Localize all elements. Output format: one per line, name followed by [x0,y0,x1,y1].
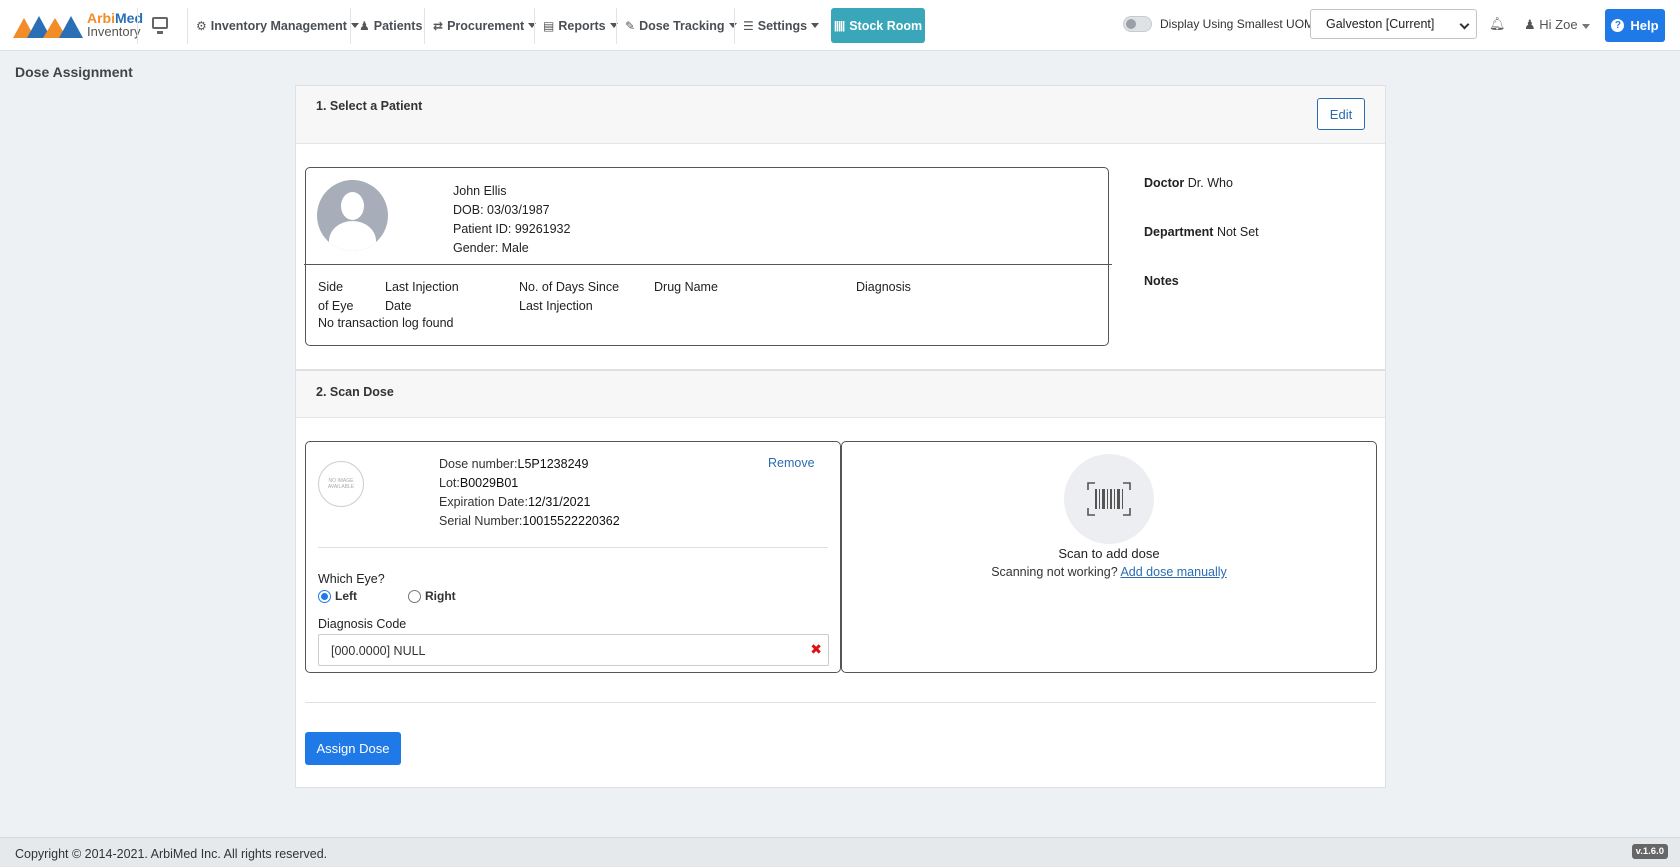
scan-title: Scan to add dose [1058,546,1160,561]
chevron-down-icon [1581,24,1590,29]
chevron-down-icon [350,23,359,28]
eye-right-radio[interactable]: Right [408,589,456,603]
nav-settings[interactable]: ☰ Settings [743,0,820,51]
notes-info: Notes [1144,274,1179,288]
patient-name: John Ellis [453,184,507,198]
barcode-icon: ||||| [833,19,845,32]
user-icon: ♟ [1524,17,1536,32]
monitor-icon[interactable] [152,17,168,34]
help-button[interactable]: ? Help [1605,9,1665,42]
dose-lot: Lot:B0029B01 [439,476,519,490]
top-navbar: ArbiMed Inventory ⚙ Inventory Management … [0,0,1680,51]
smallest-uom-toggle[interactable] [1123,16,1152,32]
chevron-down-icon [1459,19,1470,30]
add-dose-manually-link[interactable]: Add dose manually [1120,565,1226,579]
log-empty-message: No transaction log found [318,316,454,330]
scan-dose-panel: 2. Scan Dose NO IMAGE AVAILABLE Dose num… [295,370,1386,788]
log-col-side-of-eye: Side of Eye [318,280,354,313]
dose-number: Dose number:L5P1238249 [439,457,589,471]
logo-mountains-icon [13,16,83,38]
bell-icon[interactable]: 🔔︎ [1489,16,1506,32]
syringe-icon: ✎ [625,18,636,33]
log-col-diagnosis: Diagnosis [856,280,911,294]
radio-unchecked-icon [408,589,421,603]
stock-room-button[interactable]: ||||| Stock Room [831,8,925,43]
patient-card: John Ellis DOB: 03/03/1987 Patient ID: 9… [304,167,1112,346]
nav-inventory-management[interactable]: ⚙ Inventory Management [196,0,359,51]
sliders-icon: ☰ [743,18,754,33]
remove-dose-link[interactable]: Remove [768,456,815,470]
avatar-icon [317,180,388,251]
arbimed-logo[interactable]: ArbiMed Inventory [13,11,143,38]
diagnosis-code-label: Diagnosis Code [318,617,407,631]
patient-gender: Gender: Male [453,241,529,255]
nav-patients[interactable]: ♟ Patients [359,0,422,51]
document-icon: ▤ [543,18,555,33]
eye-left-radio[interactable]: Left [318,589,357,603]
diagnosis-code-input[interactable]: [000.0000] NULL ✖ [318,634,829,666]
select-patient-title: 1. Select a Patient [316,99,423,113]
location-select[interactable]: Galveston [Current] [1310,9,1477,39]
log-col-last-injection: Last Injection Date [385,280,459,313]
version-badge: v.1.6.0 [1631,844,1668,859]
dose-expiration: Expiration Date:12/31/2021 [439,495,591,509]
assign-dose-button[interactable]: Assign Dose [305,732,401,765]
question-icon: ? [1611,19,1625,32]
which-eye-label: Which Eye? [318,572,385,586]
edit-button[interactable]: Edit [1317,98,1365,130]
patient-id: Patient ID: 99261932 [453,222,571,236]
scan-dose-title: 2. Scan Dose [316,385,394,399]
no-image-placeholder: NO IMAGE AVAILABLE [318,461,364,507]
dose-card: NO IMAGE AVAILABLE Dose number:L5P123824… [305,441,841,673]
log-col-days-since: No. of Days Since Last Injection [519,280,620,313]
exchange-icon: ⇄ [433,18,444,33]
scan-card: Scan to add dose Scanning not working? A… [841,441,1377,673]
nav-reports[interactable]: ▤ Reports [543,0,618,51]
copyright-text: Copyright © 2014-2021. ArbiMed Inc. All … [15,847,328,861]
chevron-down-icon [728,23,737,28]
patient-dob: DOB: 03/03/1987 [453,203,550,217]
scan-help: Scanning not working? Add dose manually [991,565,1227,579]
chevron-down-icon [811,23,820,28]
user-icon: ♟ [359,18,370,33]
scanner-icon [1064,454,1154,544]
nav-procurement[interactable]: ⇄ Procurement [433,0,537,51]
nav-dose-tracking[interactable]: ✎ Dose Tracking [625,0,737,51]
smallest-uom-label: Display Using Smallest UOM [1160,17,1315,31]
doctor-info: Doctor Dr. Who [1144,176,1233,190]
bicycle-icon: ⚙ [196,18,207,33]
user-menu[interactable]: ♟ Hi Zoe [1524,17,1590,33]
select-patient-panel: 1. Select a Patient Edit John Ellis DOB:… [295,85,1386,370]
page-title: Dose Assignment [15,64,133,80]
log-col-drug-name: Drug Name [654,280,718,294]
clear-icon[interactable]: ✖ [810,641,822,658]
department-info: Department Not Set [1144,225,1259,239]
dose-serial: Serial Number:10015522220362 [439,514,620,528]
footer: Copyright © 2014-2021. ArbiMed Inc. All … [0,837,1680,867]
radio-checked-icon [318,589,331,603]
